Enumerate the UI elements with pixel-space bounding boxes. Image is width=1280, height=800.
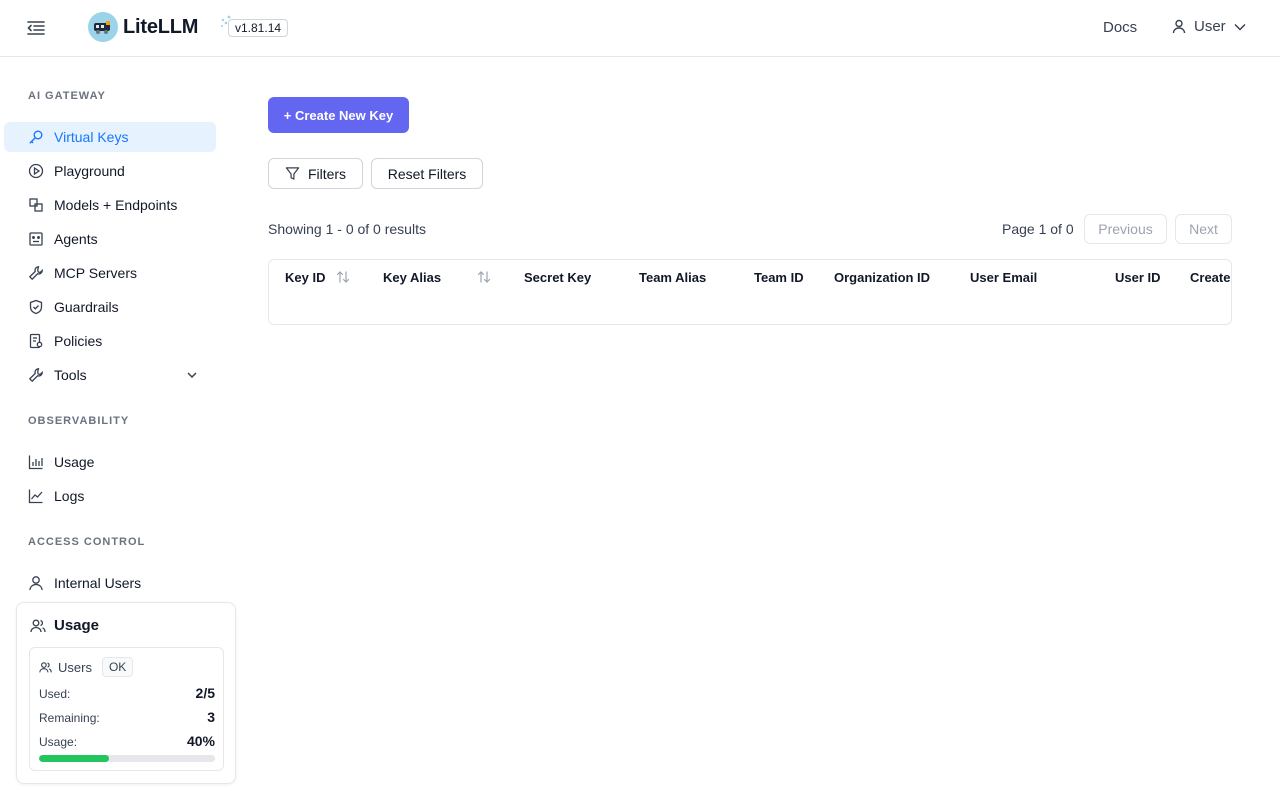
sort-icon[interactable] — [476, 269, 492, 285]
sidebar-item-label: Models + Endpoints — [54, 197, 178, 213]
column-header-organization-id[interactable]: Organization ID — [834, 270, 930, 285]
column-header-user-id[interactable]: User ID — [1115, 270, 1161, 285]
usage-progress-fill — [39, 755, 110, 762]
sidebar-item-usage[interactable]: Usage — [4, 447, 216, 477]
tool-icon — [28, 367, 44, 383]
wrench-icon — [28, 265, 44, 281]
usage-users-header: Users OK — [39, 657, 134, 677]
sidebar-item-mcp-servers[interactable]: MCP Servers — [4, 258, 216, 288]
sidebar-item-label: Internal Users — [54, 575, 142, 591]
line-chart-icon — [28, 488, 44, 504]
sidebar-item-label: Policies — [54, 333, 103, 349]
column-header-key-id[interactable]: Key ID — [285, 270, 325, 285]
sidebar-item-logs[interactable]: Logs — [4, 481, 216, 511]
sidebar-item-tools[interactable]: Tools — [4, 360, 216, 390]
remaining-value: 3 — [207, 709, 215, 725]
next-page-button[interactable]: Next — [1175, 214, 1232, 244]
train-logo-icon — [88, 12, 118, 42]
sidebar-item-label: Playground — [54, 163, 125, 179]
version-badge: v1.81.14 — [228, 19, 289, 37]
sidebar-item-label: Guardrails — [54, 299, 119, 315]
app-name: LiteLLM — [123, 15, 199, 38]
filters-button-label: Filters — [307, 165, 347, 182]
policy-icon — [28, 333, 44, 349]
section-title-access-control: ACCESS CONTROL — [28, 536, 146, 548]
sidebar-item-label: Usage — [54, 454, 95, 470]
column-header-team-alias[interactable]: Team Alias — [639, 270, 706, 285]
usage-label: Usage: — [39, 735, 78, 749]
column-header-user-email[interactable]: User Email — [970, 270, 1037, 285]
sidebar-item-playground[interactable]: Playground — [4, 156, 216, 186]
column-header-team-id[interactable]: Team ID — [754, 270, 804, 285]
page-indicator: Page 1 of 0 — [1002, 221, 1074, 237]
column-header-created[interactable]: Create — [1190, 270, 1230, 285]
status-badge: OK — [101, 657, 134, 677]
sidebar-item-internal-users[interactable]: Internal Users — [4, 568, 216, 598]
play-circle-icon — [28, 163, 44, 179]
sort-icon[interactable] — [335, 269, 351, 285]
section-title-ai-gateway: AI GATEWAY — [28, 90, 106, 102]
sidebar-item-policies[interactable]: Policies — [4, 326, 216, 356]
robot-icon — [28, 231, 44, 247]
user-icon — [1172, 19, 1186, 34]
column-header-key-alias[interactable]: Key Alias — [383, 270, 441, 285]
users-icon — [39, 661, 52, 672]
user-icon — [28, 575, 44, 591]
chevron-down-icon — [1234, 23, 1246, 31]
usage-used-row: Used: 2/5 — [39, 685, 215, 701]
section-title-observability: OBSERVABILITY — [28, 415, 130, 427]
usage-users-panel: Users OK Used: 2/5 Remaining: 3 Usage: 4… — [29, 647, 224, 771]
sidebar-item-label: Virtual Keys — [54, 129, 129, 145]
usage-percent-row: Usage: 40% — [39, 733, 215, 749]
app-logo[interactable]: LiteLLM — [88, 12, 198, 42]
sidebar-item-virtual-keys[interactable]: Virtual Keys — [4, 122, 216, 152]
sidebar-item-label: MCP Servers — [54, 265, 137, 281]
previous-page-button[interactable]: Previous — [1084, 214, 1167, 244]
sidebar-item-guardrails[interactable]: Guardrails — [4, 292, 216, 322]
models-icon — [28, 197, 44, 213]
key-icon — [28, 129, 44, 145]
usage-card: Usage Users OK Used: 2/5 Remaining: 3 Us… — [16, 602, 236, 784]
user-menu-label: User — [1194, 18, 1226, 35]
chevron-down-icon[interactable] — [186, 369, 198, 381]
sidebar-item-agents[interactable]: Agents — [4, 224, 216, 254]
sidebar-item-label: Agents — [54, 231, 98, 247]
remaining-label: Remaining: — [39, 711, 100, 725]
usage-value: 40% — [186, 733, 215, 749]
top-header: LiteLLM v1.81.14 Docs User — [0, 0, 1280, 57]
usage-remaining-row: Remaining: 3 — [39, 709, 215, 725]
results-count: Showing 1 - 0 of 0 results — [268, 221, 426, 237]
usage-card-header: Usage — [30, 617, 99, 634]
used-label: Used: — [39, 687, 71, 701]
usage-progress-bar — [39, 755, 215, 762]
users-icon — [30, 619, 46, 632]
keys-table: Key ID Key Alias Secret Key Team Alias T… — [268, 259, 1232, 325]
shield-icon — [28, 299, 44, 315]
usage-card-title: Usage — [54, 617, 100, 634]
sidebar-item-label: Tools — [54, 367, 87, 383]
bar-chart-icon — [28, 454, 44, 470]
sidebar-item-label: Logs — [54, 488, 85, 504]
used-value: 2/5 — [195, 685, 215, 701]
sidebar-item-models-endpoints[interactable]: Models + Endpoints — [4, 190, 216, 220]
usage-resource-label: Users — [58, 659, 92, 675]
user-menu[interactable]: User — [1172, 18, 1246, 35]
filters-button[interactable]: Filters — [268, 158, 363, 189]
column-header-secret-key[interactable]: Secret Key — [524, 270, 591, 285]
docs-link[interactable]: Docs — [1103, 19, 1137, 36]
reset-filters-button[interactable]: Reset Filters — [371, 158, 483, 189]
create-new-key-button[interactable]: + Create New Key — [268, 97, 409, 133]
collapse-sidebar-icon[interactable] — [26, 19, 46, 37]
filter-icon — [285, 167, 300, 180]
